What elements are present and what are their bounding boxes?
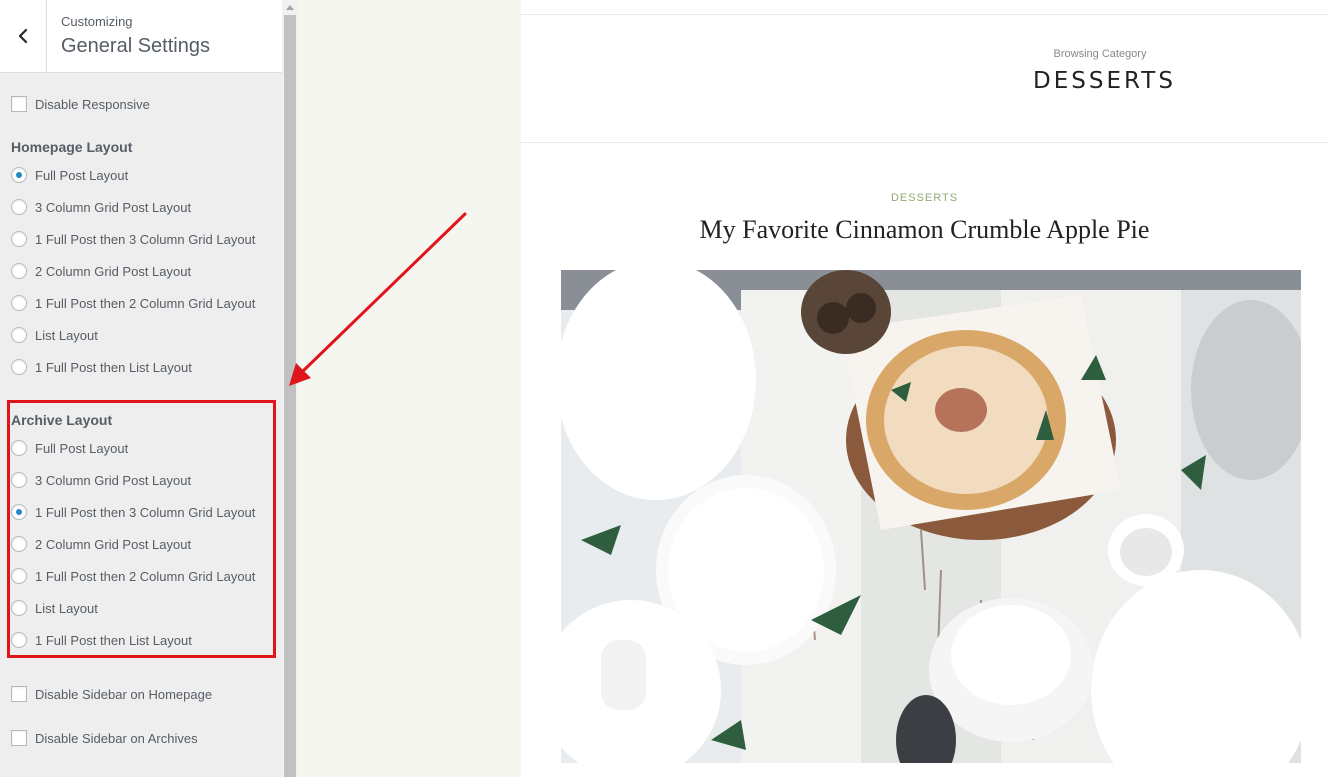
radio-button[interactable]	[11, 263, 27, 279]
radio-label: 1 Full Post then 2 Column Grid Layout	[35, 568, 256, 584]
panel-subtitle: Customizing	[61, 14, 133, 29]
category-title: DESSERTS	[1033, 68, 1176, 94]
radio-button[interactable]	[11, 231, 27, 247]
post-featured-image[interactable]	[561, 270, 1301, 763]
radio-label: List Layout	[35, 327, 98, 343]
archive-option-2-column-grid[interactable]: 2 Column Grid Post Layout	[11, 535, 191, 553]
archive-option-full-then-2-grid[interactable]: 1 Full Post then 2 Column Grid Layout	[11, 567, 255, 585]
checkbox[interactable]	[11, 96, 27, 112]
radio-label: 2 Column Grid Post Layout	[35, 263, 192, 279]
panel-scrollbar[interactable]	[282, 0, 298, 777]
radio-label: 3 Column Grid Post Layout	[35, 199, 192, 215]
radio-label: 1 Full Post then List Layout	[35, 359, 192, 375]
scrollbar-thumb[interactable]	[284, 15, 296, 777]
radio-label: Full Post Layout	[35, 440, 129, 456]
radio-button[interactable]	[11, 600, 27, 616]
radio-label: Full Post Layout	[35, 167, 129, 183]
radio-label: 1 Full Post then List Layout	[35, 632, 192, 648]
archive-option-3-column-grid[interactable]: 3 Column Grid Post Layout	[11, 471, 191, 489]
header-divider	[521, 142, 1328, 143]
radio-label: 3 Column Grid Post Layout	[35, 472, 192, 488]
radio-button[interactable]	[11, 199, 27, 215]
disable-sidebar-homepage-checkbox[interactable]: Disable Sidebar on Homepage	[11, 685, 212, 703]
archive-option-full-post[interactable]: Full Post Layout	[11, 439, 128, 457]
homepage-layout-heading: Homepage Layout	[11, 139, 133, 155]
radio-button[interactable]	[11, 568, 27, 584]
scroll-up-arrow-icon[interactable]	[282, 0, 298, 14]
homepage-option-full-post[interactable]: Full Post Layout	[11, 166, 128, 184]
archive-layout-heading: Archive Layout	[11, 412, 113, 428]
panel-header: Customizing General Settings	[0, 0, 282, 73]
radio-label: 1 Full Post then 3 Column Grid Layout	[35, 504, 256, 520]
radio-button[interactable]	[11, 472, 27, 488]
category-header: Browsing Category DESSERTS	[521, 0, 1328, 142]
chevron-left-icon	[18, 28, 28, 44]
radio-label: List Layout	[35, 600, 98, 616]
post-title-link[interactable]: My Favorite Cinnamon Crumble Apple Pie	[521, 215, 1328, 245]
customizer-panel: Customizing General Settings Disable Res…	[0, 0, 282, 777]
archive-option-full-then-3-grid[interactable]: 1 Full Post then 3 Column Grid Layout	[11, 503, 255, 521]
radio-button[interactable]	[11, 632, 27, 648]
homepage-option-full-then-2-grid[interactable]: 1 Full Post then 2 Column Grid Layout	[11, 294, 255, 312]
radio-button[interactable]	[11, 440, 27, 456]
homepage-option-3-column-grid[interactable]: 3 Column Grid Post Layout	[11, 198, 191, 216]
radio-button[interactable]	[11, 359, 27, 375]
radio-button[interactable]	[11, 327, 27, 343]
radio-button[interactable]	[11, 536, 27, 552]
panel-title: General Settings	[61, 35, 210, 57]
radio-button[interactable]	[11, 295, 27, 311]
checkbox-label: Disable Sidebar on Homepage	[35, 686, 213, 702]
archive-option-full-then-list[interactable]: 1 Full Post then List Layout	[11, 631, 192, 649]
homepage-option-full-then-list[interactable]: 1 Full Post then List Layout	[11, 358, 192, 376]
checkbox[interactable]	[11, 730, 27, 746]
radio-label: 2 Column Grid Post Layout	[35, 536, 192, 552]
disable-responsive-checkbox[interactable]: Disable Responsive	[11, 95, 150, 113]
back-button[interactable]	[0, 0, 47, 72]
browsing-category-label: Browsing Category	[1053, 48, 1147, 60]
featured-image-drawing	[561, 270, 1301, 763]
homepage-option-full-then-3-grid[interactable]: 1 Full Post then 3 Column Grid Layout	[11, 230, 255, 248]
site-preview: Browsing Category DESSERTS DESSERTS My F…	[521, 0, 1328, 777]
radio-label: 1 Full Post then 3 Column Grid Layout	[35, 231, 256, 247]
homepage-option-2-column-grid[interactable]: 2 Column Grid Post Layout	[11, 262, 191, 280]
radio-button[interactable]	[11, 504, 27, 520]
post-category-link[interactable]: DESSERTS	[521, 192, 1328, 204]
radio-button[interactable]	[11, 167, 27, 183]
radio-label: 1 Full Post then 2 Column Grid Layout	[35, 295, 256, 311]
archive-option-list[interactable]: List Layout	[11, 599, 98, 617]
checkbox-label: Disable Responsive	[35, 96, 150, 112]
checkbox-label: Disable Sidebar on Archives	[35, 730, 198, 746]
disable-sidebar-archives-checkbox[interactable]: Disable Sidebar on Archives	[11, 729, 198, 747]
homepage-option-list[interactable]: List Layout	[11, 326, 98, 344]
checkbox[interactable]	[11, 686, 27, 702]
